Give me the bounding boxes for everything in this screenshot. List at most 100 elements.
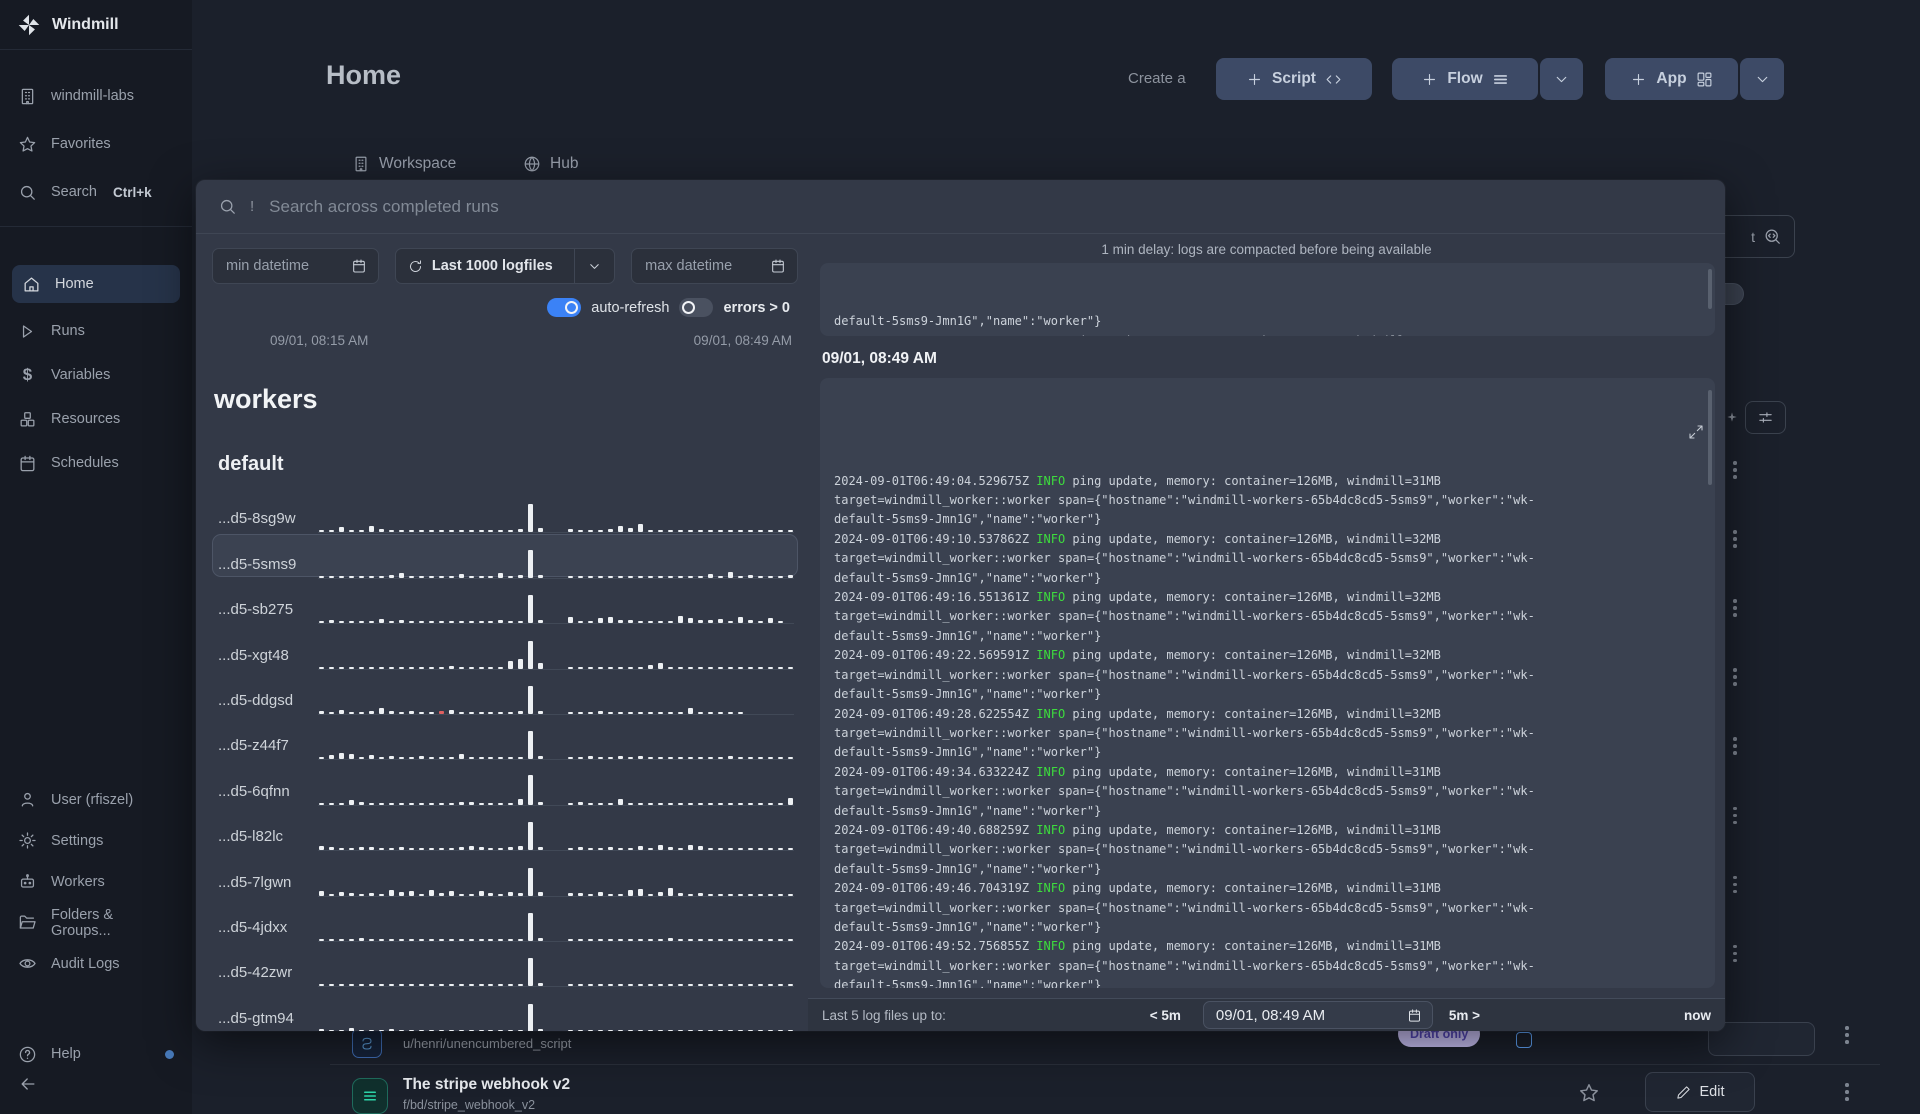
sparkline-bar <box>657 845 663 851</box>
sparkline-bar <box>468 666 474 669</box>
sidebar-item-schedules[interactable]: Schedules <box>0 441 192 485</box>
collapse-sidebar-button[interactable] <box>18 1074 38 1094</box>
sparkline-bar <box>707 1029 713 1031</box>
min-datetime-input[interactable] <box>224 257 334 275</box>
list-filters-button[interactable] <box>1745 401 1786 434</box>
sparkline-bar <box>368 755 374 760</box>
sparkline-bar <box>677 711 683 714</box>
worker-row[interactable]: ...d5-5sms9 <box>212 533 798 579</box>
create-script-button[interactable]: Script <box>1216 58 1372 100</box>
sidebar-item-home[interactable]: Home <box>12 265 180 303</box>
now-button[interactable]: now <box>1684 1008 1711 1023</box>
partial-edit-button[interactable] <box>1708 1022 1815 1056</box>
current-log-box[interactable]: 2024-09-01T06:49:04.529675Z INFO ping up… <box>820 378 1715 988</box>
create-app-dropdown-button[interactable] <box>1740 58 1784 100</box>
sparkline-bar <box>747 802 753 805</box>
errors-only-toggle[interactable] <box>679 298 714 317</box>
sparkline-bar <box>677 938 683 941</box>
create-flow-button[interactable]: Flow <box>1392 58 1538 100</box>
row-menu-button[interactable] <box>1728 737 1742 755</box>
sparkline-bar <box>438 666 444 669</box>
sparkline-bar <box>408 938 414 941</box>
runs-search-input[interactable] <box>267 195 1703 218</box>
log-datetime-field[interactable] <box>1202 1001 1433 1029</box>
tab-workspace[interactable]: Workspace <box>352 155 456 173</box>
log-datetime-input[interactable] <box>1213 1005 1384 1025</box>
sparkline-bar <box>328 1029 334 1031</box>
create-app-label: App <box>1656 70 1687 87</box>
sparkline-bar <box>787 757 793 760</box>
min-datetime-field[interactable] <box>212 248 379 284</box>
worker-activity-sparkline <box>318 908 794 942</box>
worker-row[interactable]: ...d5-l82lc <box>212 806 798 852</box>
worker-row[interactable]: ...d5-z44f7 <box>212 715 798 761</box>
sidebar-item-search[interactable]: Search Ctrl+k <box>0 168 192 216</box>
worker-row[interactable]: ...d5-ddgsd <box>212 670 798 715</box>
sparkline-bar <box>667 666 673 669</box>
expand-icon[interactable] <box>1688 385 1704 439</box>
sparkline-bar <box>578 984 584 987</box>
sidebar-item-user[interactable]: User (rfiszel) <box>0 779 192 820</box>
edit-button[interactable]: Edit <box>1645 1072 1755 1112</box>
sparkline-bar <box>478 621 484 624</box>
row-menu-button[interactable] <box>1840 1026 1854 1044</box>
sidebar-item-settings[interactable]: Settings <box>0 820 192 861</box>
sparkline-bar <box>518 757 524 760</box>
sparkline-bar <box>767 984 773 987</box>
scrollbar-thumb[interactable] <box>1708 269 1712 309</box>
sidebar-item-audit-logs[interactable]: Audit Logs <box>0 943 192 984</box>
row-menu-button[interactable] <box>1728 599 1742 617</box>
row-menu-button[interactable] <box>1728 530 1742 548</box>
row-menu-button[interactable] <box>1728 806 1742 824</box>
row-menu-button[interactable] <box>1728 461 1742 479</box>
previous-log-box[interactable]: default-5sms9-Jmn1G","name":"worker"} 202… <box>820 263 1715 336</box>
sparkline-bar <box>498 938 504 941</box>
worker-row[interactable]: ...d5-42zwr <box>212 942 798 988</box>
worker-row[interactable]: ...d5-sb275 <box>212 579 798 625</box>
worker-row[interactable]: ...d5-4jdxx <box>212 897 798 942</box>
worker-row[interactable]: ...d5-7lgwn <box>212 851 798 897</box>
sidebar-item-resources[interactable]: Resources <box>0 397 192 441</box>
sparkline-bar <box>787 797 793 805</box>
forward-5m-button[interactable]: 5m > <box>1449 1008 1480 1023</box>
scrollbar-thumb[interactable] <box>1708 390 1712 485</box>
worker-row[interactable]: ...d5-gtm94 <box>212 987 798 1031</box>
sparkline-bar <box>338 527 344 533</box>
row-menu-button[interactable] <box>1728 875 1742 894</box>
sparkline-bar <box>697 757 703 760</box>
sidebar-item-runs[interactable]: Runs <box>0 309 192 353</box>
worker-row[interactable]: ...d5-xgt48 <box>212 624 798 670</box>
sidebar-item-folders-groups[interactable]: Folders & Groups... <box>0 902 192 943</box>
create-flow-dropdown-button[interactable] <box>1540 58 1583 100</box>
sidebar-item-help[interactable]: Help <box>0 1030 192 1078</box>
sparkline-bar <box>657 711 663 714</box>
sparkline-bar <box>747 666 753 669</box>
max-datetime-field[interactable] <box>631 248 798 284</box>
sparkline-bar <box>328 711 334 714</box>
back-5m-button[interactable]: < 5m <box>1150 1008 1181 1023</box>
sparkline-bar <box>578 621 584 624</box>
create-app-button[interactable]: App <box>1605 58 1738 100</box>
refresh-icon <box>409 259 421 272</box>
auto-refresh-toggle[interactable] <box>547 298 582 317</box>
logfiles-count-select[interactable]: Last 1000 logfiles <box>394 248 616 284</box>
tab-hub[interactable]: Hub <box>523 155 578 173</box>
max-datetime-input[interactable] <box>643 257 754 275</box>
script-path[interactable]: u/henri/unencumbered_script <box>403 1036 571 1051</box>
worker-activity-sparkline <box>318 863 794 897</box>
sparkline-bar <box>418 893 424 896</box>
favorite-star-button[interactable] <box>1578 1082 1600 1104</box>
sidebar-item-workspace[interactable]: windmill-labs <box>0 72 192 120</box>
sparkline-bar <box>777 802 783 805</box>
row-menu-button[interactable] <box>1840 1083 1854 1101</box>
sidebar-item-favorites[interactable]: Favorites <box>0 120 192 168</box>
sidebar-item-variables[interactable]: $ Variables <box>0 353 192 397</box>
worker-row[interactable]: ...d5-8sg9w <box>212 488 798 534</box>
sidebar-item-workers[interactable]: Workers <box>0 861 192 902</box>
sparkline-bar <box>618 526 624 533</box>
worker-row[interactable]: ...d5-6qfnn <box>212 760 798 806</box>
log-line: default-5sms9-Jmn1G","name":"worker"} <box>834 687 1102 702</box>
item-title[interactable]: The stripe webhook v2 <box>403 1076 570 1094</box>
row-menu-button[interactable] <box>1728 944 1742 963</box>
row-menu-button[interactable] <box>1728 668 1742 686</box>
